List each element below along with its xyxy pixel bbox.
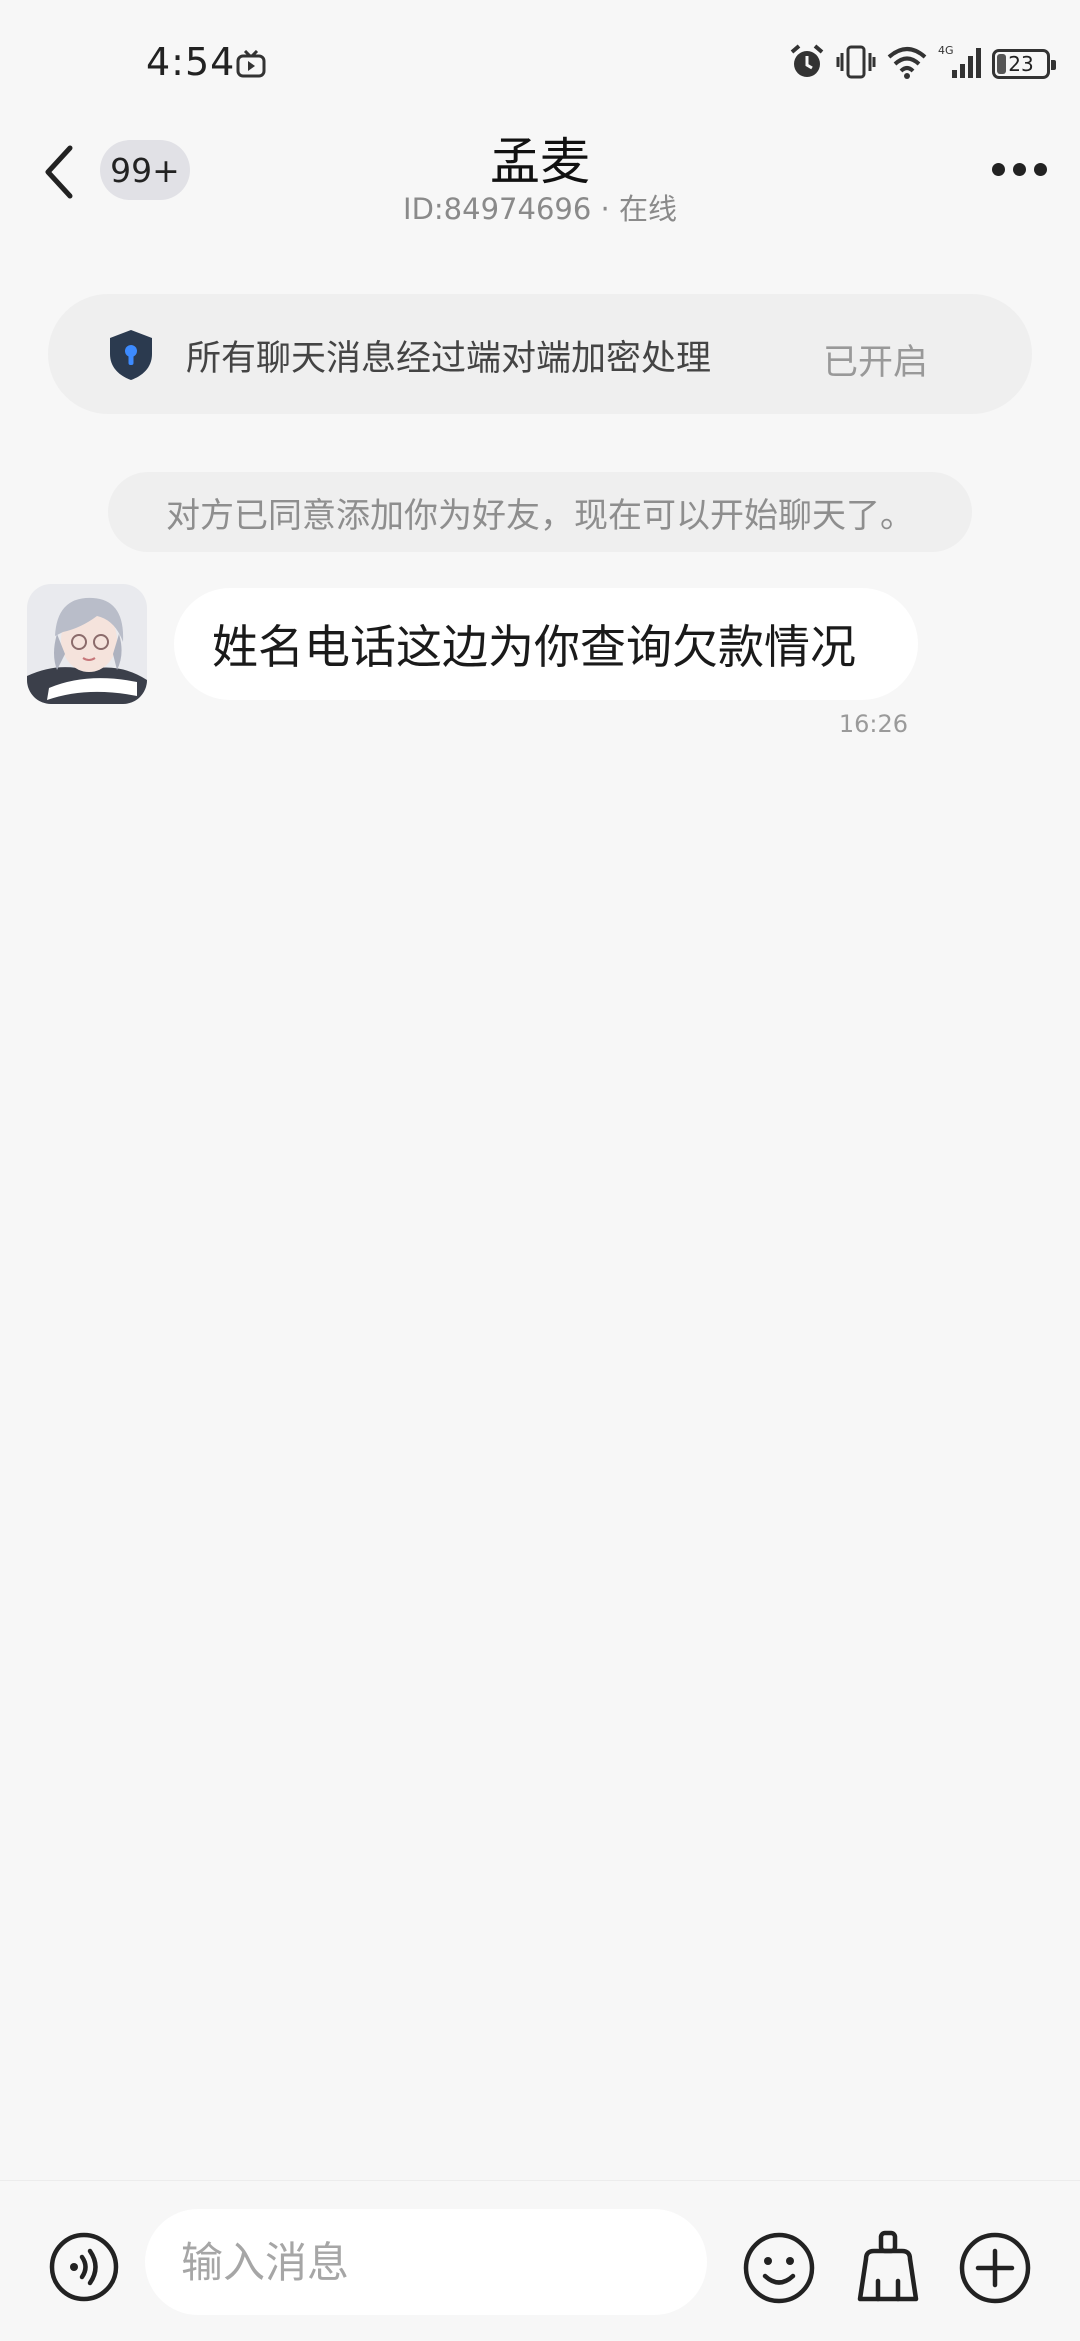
status-time: 4:54	[146, 40, 236, 84]
alarm-icon	[788, 44, 826, 84]
more-actions-button[interactable]	[958, 2231, 1032, 2305]
more-dot-icon	[1013, 162, 1026, 176]
message-text: 姓名电话这边为你查询欠款情况	[212, 620, 856, 674]
system-notice: 对方已同意添加你为好友，现在可以开始聊天了。	[108, 472, 972, 552]
encryption-text: 所有聊天消息经过端对端加密处理	[186, 339, 712, 379]
tv-icon	[236, 49, 266, 82]
shield-icon	[106, 328, 156, 386]
contact-subtitle: ID:84974696 · 在线	[403, 192, 677, 226]
message-input[interactable]	[145, 2209, 707, 2315]
voice-input-button[interactable]	[48, 2231, 120, 2303]
signal-icon: 4G	[938, 44, 982, 84]
battery-fill	[997, 54, 1007, 74]
network-label: 4G	[938, 44, 954, 57]
wifi-icon	[886, 45, 928, 83]
broom-icon	[857, 2230, 919, 2302]
input-bar	[0, 2180, 1080, 2341]
encryption-banner[interactable]: 所有聊天消息经过端对端加密处理 已开启	[48, 294, 1032, 414]
voice-icon	[49, 2232, 119, 2302]
avatar[interactable]	[27, 584, 147, 704]
clear-chat-button[interactable]	[850, 2229, 926, 2305]
message-time: 16:26	[838, 710, 908, 738]
page-title: 孟麦	[490, 133, 590, 191]
message-bubble[interactable]: 姓名电话这边为你查询欠款情况	[174, 588, 918, 700]
encryption-status: 已开启	[822, 343, 928, 383]
smiley-icon	[743, 2232, 815, 2304]
more-dot-icon	[992, 162, 1005, 176]
more-options-button[interactable]	[992, 154, 1052, 184]
more-dot-icon	[1034, 162, 1047, 176]
battery-indicator: 23	[992, 49, 1056, 79]
plus-icon	[959, 2232, 1031, 2304]
battery-level: 23	[1008, 52, 1034, 76]
vibrate-icon	[836, 44, 876, 84]
status-icons: 4G 23	[788, 44, 1056, 84]
chat-header: 99+ 孟麦 ID:84974696 · 在线	[0, 110, 1080, 240]
emoji-button[interactable]	[742, 2231, 816, 2305]
